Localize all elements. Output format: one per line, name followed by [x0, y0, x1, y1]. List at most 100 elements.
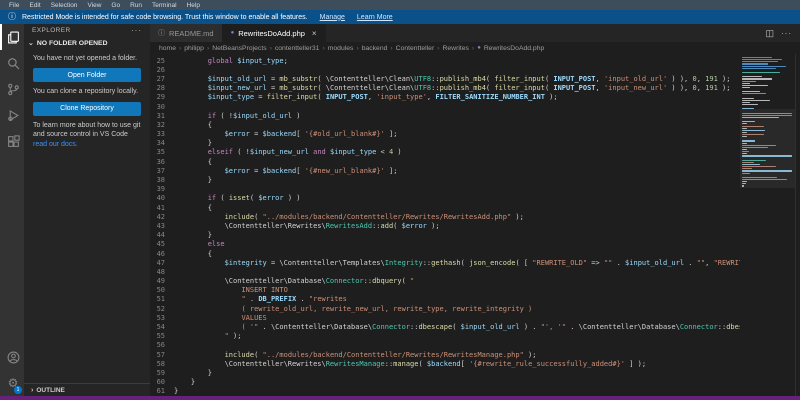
line-number: 37	[150, 167, 174, 175]
code-token: \Contentteller\Rewrites\	[174, 360, 326, 368]
extensions-icon[interactable]	[0, 128, 24, 154]
breadcrumb-item[interactable]: home	[159, 45, 176, 52]
code-token: (	[461, 259, 469, 267]
code-token: (	[317, 93, 325, 101]
code-token: ::	[364, 277, 372, 285]
code-editor[interactable]: 25 global $input_type;2627 $input_old_ur…	[150, 54, 800, 396]
code-line[interactable]: 28 $input_new_url = mb_substr( \Contentt…	[150, 84, 800, 93]
code-line[interactable]: 38 }	[150, 175, 800, 184]
code-line[interactable]: 39	[150, 185, 800, 194]
code-line[interactable]: 35 elseif ( !$input_new_url and $input_t…	[150, 148, 800, 157]
code-line[interactable]: 49 \Contentteller\Database\Connector::db…	[150, 277, 800, 286]
source-control-icon[interactable]	[0, 76, 24, 102]
code-line[interactable]: 55 " );	[150, 332, 800, 341]
more-actions-icon[interactable]: ···	[781, 29, 792, 38]
breadcrumb-item[interactable]: Rewrites	[442, 45, 468, 52]
breadcrumb-item[interactable]: modules	[328, 45, 354, 52]
minimap-line	[742, 106, 795, 107]
read-our-docs-link[interactable]: read our docs.	[33, 141, 78, 148]
code-token: dbquery	[372, 277, 402, 285]
split-editor-icon[interactable]: ◫	[765, 28, 774, 39]
editor-scrollbar[interactable]	[795, 54, 800, 396]
minimap[interactable]	[740, 54, 795, 396]
code-line[interactable]: 26	[150, 65, 800, 74]
code-line[interactable]: 34 }	[150, 139, 800, 148]
code-token	[174, 332, 225, 340]
breadcrumb-item[interactable]: contentteller31	[275, 45, 320, 52]
menu-item-run[interactable]: Run	[125, 2, 147, 9]
code-line[interactable]: 52 ( rewrite_old_url, rewrite_new_url, r…	[150, 304, 800, 313]
code-line[interactable]: 53 VALUES	[150, 313, 800, 322]
tab-rewritesdoadd.php[interactable]: ●RewritesDoAdd.php×	[223, 24, 326, 42]
breadcrumb-item[interactable]: backend	[362, 45, 388, 52]
code-line-text: $input_new_url = mb_substr( \Contenttell…	[174, 84, 730, 92]
menu-item-go[interactable]: Go	[106, 2, 125, 9]
code-line[interactable]: 36 {	[150, 157, 800, 166]
code-line[interactable]: 41 {	[150, 203, 800, 212]
code-line[interactable]: 50 INSERT INTO	[150, 286, 800, 295]
code-line[interactable]: 30	[150, 102, 800, 111]
code-token: 'input_type'	[376, 93, 427, 101]
code-line[interactable]: 54 ( '" . \Contentteller\Database\Connec…	[150, 322, 800, 331]
code-line[interactable]: 33 $error = $backend[ '{#old_url_blank#}…	[150, 130, 800, 139]
code-line[interactable]: 25 global $input_type;	[150, 56, 800, 65]
code-token: $backend	[263, 130, 297, 138]
code-line[interactable]: 42 include( "../modules/backend/Contentt…	[150, 212, 800, 221]
code-token: ( !	[216, 112, 233, 120]
code-line-text: " . DB_PREFIX . "rewrites	[174, 295, 347, 303]
menu-item-view[interactable]: View	[82, 2, 106, 9]
sidebar-body: You have not yet opened a folder. Open F…	[24, 49, 150, 383]
breadcrumb-separator: ›	[472, 45, 474, 52]
code-line[interactable]: 40 if ( isset( $error ) )	[150, 194, 800, 203]
breadcrumb-item[interactable]: philipp	[184, 45, 204, 52]
explorer-icon[interactable]	[0, 24, 24, 50]
open-folder-button[interactable]: Open Folder	[33, 68, 141, 82]
account-icon[interactable]	[0, 344, 24, 370]
code-line[interactable]: 61}	[150, 387, 800, 396]
code-line[interactable]: 56	[150, 341, 800, 350]
code-line[interactable]: 43 \Contentteller\Rewrites\RewritesAdd::…	[150, 221, 800, 230]
code-line[interactable]: 60 }	[150, 378, 800, 387]
code-line[interactable]: 58 \Contentteller\Rewrites\RewritesManag…	[150, 359, 800, 368]
code-line[interactable]: 47 $integrity = \Contentteller\Templates…	[150, 258, 800, 267]
menu-item-file[interactable]: File	[4, 2, 24, 9]
code-line[interactable]: 29 $input_type = filter_input( INPUT_POS…	[150, 93, 800, 102]
breadcrumb-item[interactable]: RewritesDoAdd.php	[484, 45, 544, 52]
code-line[interactable]: 44 }	[150, 231, 800, 240]
code-line[interactable]: 31 if ( !$input_old_url )	[150, 111, 800, 120]
run-debug-icon[interactable]	[0, 102, 24, 128]
outline-section[interactable]: › OUTLINE	[24, 383, 150, 396]
code-token: }	[174, 139, 212, 147]
explorer-actions-button[interactable]: ···	[131, 26, 142, 35]
code-line-text: {	[174, 158, 212, 166]
code-line[interactable]: 48	[150, 267, 800, 276]
menu-item-edit[interactable]: Edit	[24, 2, 45, 9]
close-tab-icon[interactable]: ×	[312, 29, 317, 38]
code-line[interactable]: 32 {	[150, 120, 800, 129]
code-line[interactable]: 45 else	[150, 240, 800, 249]
breadcrumb-item[interactable]: Contentteller	[396, 45, 435, 52]
search-icon[interactable]	[0, 50, 24, 76]
minimap-slider[interactable]	[740, 109, 795, 189]
section-no-folder-opened[interactable]: ⌄ NO FOLDER OPENED	[24, 37, 150, 49]
line-number: 28	[150, 84, 174, 92]
manage-link[interactable]: Manage	[320, 14, 345, 21]
menu-item-help[interactable]: Help	[182, 2, 205, 9]
code-line[interactable]: 27 $input_old_url = mb_substr( \Contentt…	[150, 74, 800, 83]
tab-readme.md[interactable]: ⓘREADME.md	[150, 24, 223, 42]
minimap-line	[742, 102, 750, 103]
learn-more-link[interactable]: Learn More	[357, 14, 393, 21]
menu-item-selection[interactable]: Selection	[46, 2, 83, 9]
settings-gear-icon[interactable]: ⚙ 1	[0, 370, 24, 396]
code-line[interactable]: 59 }	[150, 368, 800, 377]
code-line[interactable]: 46 {	[150, 249, 800, 258]
line-number: 51	[150, 295, 174, 303]
clone-repository-button[interactable]: Clone Repository	[33, 102, 141, 116]
menu-item-terminal[interactable]: Terminal	[147, 2, 182, 9]
code-line[interactable]: 37 $error = $backend[ '{#new_url_blank#}…	[150, 166, 800, 175]
breadcrumb-item[interactable]: NetBeansProjects	[212, 45, 266, 52]
chevron-down-icon: ⌄	[28, 39, 34, 47]
code-line-text: \Contentteller\Rewrites\RewritesAdd::add…	[174, 222, 440, 230]
code-line[interactable]: 51 " . DB_PREFIX . "rewrites	[150, 295, 800, 304]
code-line[interactable]: 57 include( "../modules/backend/Contentt…	[150, 350, 800, 359]
